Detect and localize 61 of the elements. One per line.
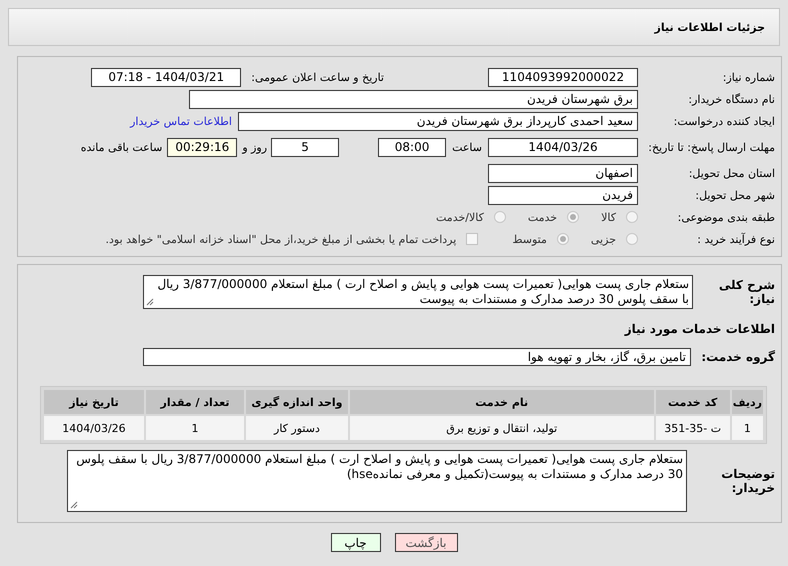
option-label: خدمت — [528, 210, 558, 224]
column-header: نام خدمت — [350, 390, 654, 414]
table-cell: تولید، انتقال و توزیع برق — [350, 416, 654, 440]
radio-button[interactable] — [626, 233, 638, 245]
input-field[interactable]: 00:29:16 — [167, 138, 238, 156]
print-button[interactable]: چاپ — [330, 533, 380, 552]
field-label: ساعت — [452, 140, 482, 154]
column-header: تعداد / مقدار — [146, 390, 244, 414]
radio-button[interactable] — [556, 233, 569, 245]
column-header: کد خدمت — [656, 390, 730, 414]
field-label: مهلت ارسال پاسخ: تا تاریخ: — [647, 140, 775, 154]
field-label: نام دستگاه خریدار: — [687, 92, 775, 106]
table-cell: ت -35-351 — [656, 416, 730, 440]
radio-button[interactable] — [494, 211, 506, 223]
field-label: روز و — [242, 140, 268, 154]
section-heading: اطلاعات خدمات مورد نیاز — [623, 322, 775, 336]
field-label: ایجاد کننده درخواست: — [672, 114, 775, 128]
table-cell: دستور کار — [246, 416, 348, 440]
option-label: کالا/خدمت — [436, 210, 484, 224]
text-area-content: ستعلام جاری پست هوایی( تعمیرات پست هوایی و پایش و اصلاح ارت ) مبلغ استعلام 3/877/000000 ریال با سقف پلوس 30 درصد مدارک و مستندات به پیوست(تکمیل و معرفی نماندهhse) — [76, 452, 683, 481]
input-field[interactable]: 08:00 — [378, 138, 446, 156]
input-field[interactable]: برق شهرستان فریدن — [189, 90, 638, 108]
radio-button[interactable] — [567, 211, 580, 223]
input-field[interactable]: 1404/03/21 - 07:18 — [91, 68, 242, 86]
checkbox[interactable] — [466, 233, 478, 245]
field-label: شماره نیاز: — [722, 70, 775, 84]
option-label: کالا — [601, 210, 616, 224]
column-header: واحد اندازه گیری — [246, 390, 348, 414]
field-label: گروه خدمت: — [700, 350, 775, 364]
field-label: تاریخ و ساعت اعلان عمومی: — [251, 70, 384, 84]
column-header: ردیف — [732, 390, 763, 414]
field-label: طبقه بندی موضوعی: — [676, 210, 775, 224]
text-area-content: ستعلام جاری پست هوایی( تعمیرات پست هوایی و پایش و اصلاح ارت ) مبلغ استعلام 3/877/000000 ریال با سقف پلوس 30 درصد مدارک و مستندات به پیوست — [157, 277, 689, 306]
page-title: جزئیات اطلاعات نیاز — [654, 20, 765, 34]
radio-button[interactable] — [626, 211, 638, 223]
column-header: تاریخ نیاز — [44, 390, 144, 414]
table-cell: 1 — [146, 416, 244, 440]
input-field[interactable]: اصفهان — [488, 164, 638, 182]
contact-link[interactable]: اطلاعات تماس خریدار — [130, 114, 232, 128]
text-area[interactable]: ستعلام جاری پست هوایی( تعمیرات پست هوایی و پایش و اصلاح ارت ) مبلغ استعلام 3/877/000000 ریال با سقف پلوس 30 درصد مدارک و مستندات به پیوست(تکمیل و معرفی نماندهhse) — [67, 450, 687, 512]
option-label: پرداخت تمام یا بخشی از مبلغ خرید،از محل "اسناد خزانه اسلامی" خواهد بود. — [106, 232, 456, 246]
field-label: نوع فرآیند خرید : — [696, 232, 775, 246]
input-field[interactable]: سعید احمدی کارپرداز برق شهرستان فریدن — [238, 112, 638, 130]
field-label: ساعت باقی مانده — [80, 140, 162, 154]
field-label: استان محل تحویل: — [688, 166, 775, 180]
table-cell: 1404/03/26 — [44, 416, 144, 440]
resize-grip-icon[interactable] — [70, 501, 78, 509]
field-label: شهر محل تحویل: — [694, 188, 775, 202]
input-field[interactable]: تامین برق، گاز، بخار و تهویه هوا — [143, 348, 691, 366]
back-button[interactable]: بازگشت — [394, 533, 458, 552]
input-field[interactable]: 1104093992000022 — [488, 68, 638, 86]
resize-grip-icon[interactable] — [146, 298, 154, 306]
input-field[interactable]: 5 — [271, 138, 340, 156]
text-area[interactable]: ستعلام جاری پست هوایی( تعمیرات پست هوایی و پایش و اصلاح ارت ) مبلغ استعلام 3/877/000000 ریال با سقف پلوس 30 درصد مدارک و مستندات به پیوست — [143, 275, 693, 309]
option-label: متوسط — [512, 232, 547, 246]
input-field[interactable]: 1404/03/26 — [488, 138, 638, 156]
input-field[interactable]: فریدن — [488, 186, 638, 204]
option-label: جزیی — [590, 232, 616, 246]
field-label: توضیحات خریدار: — [720, 467, 775, 495]
field-label: شرح کلی نیاز: — [718, 278, 775, 306]
table-cell: 1 — [732, 416, 763, 440]
